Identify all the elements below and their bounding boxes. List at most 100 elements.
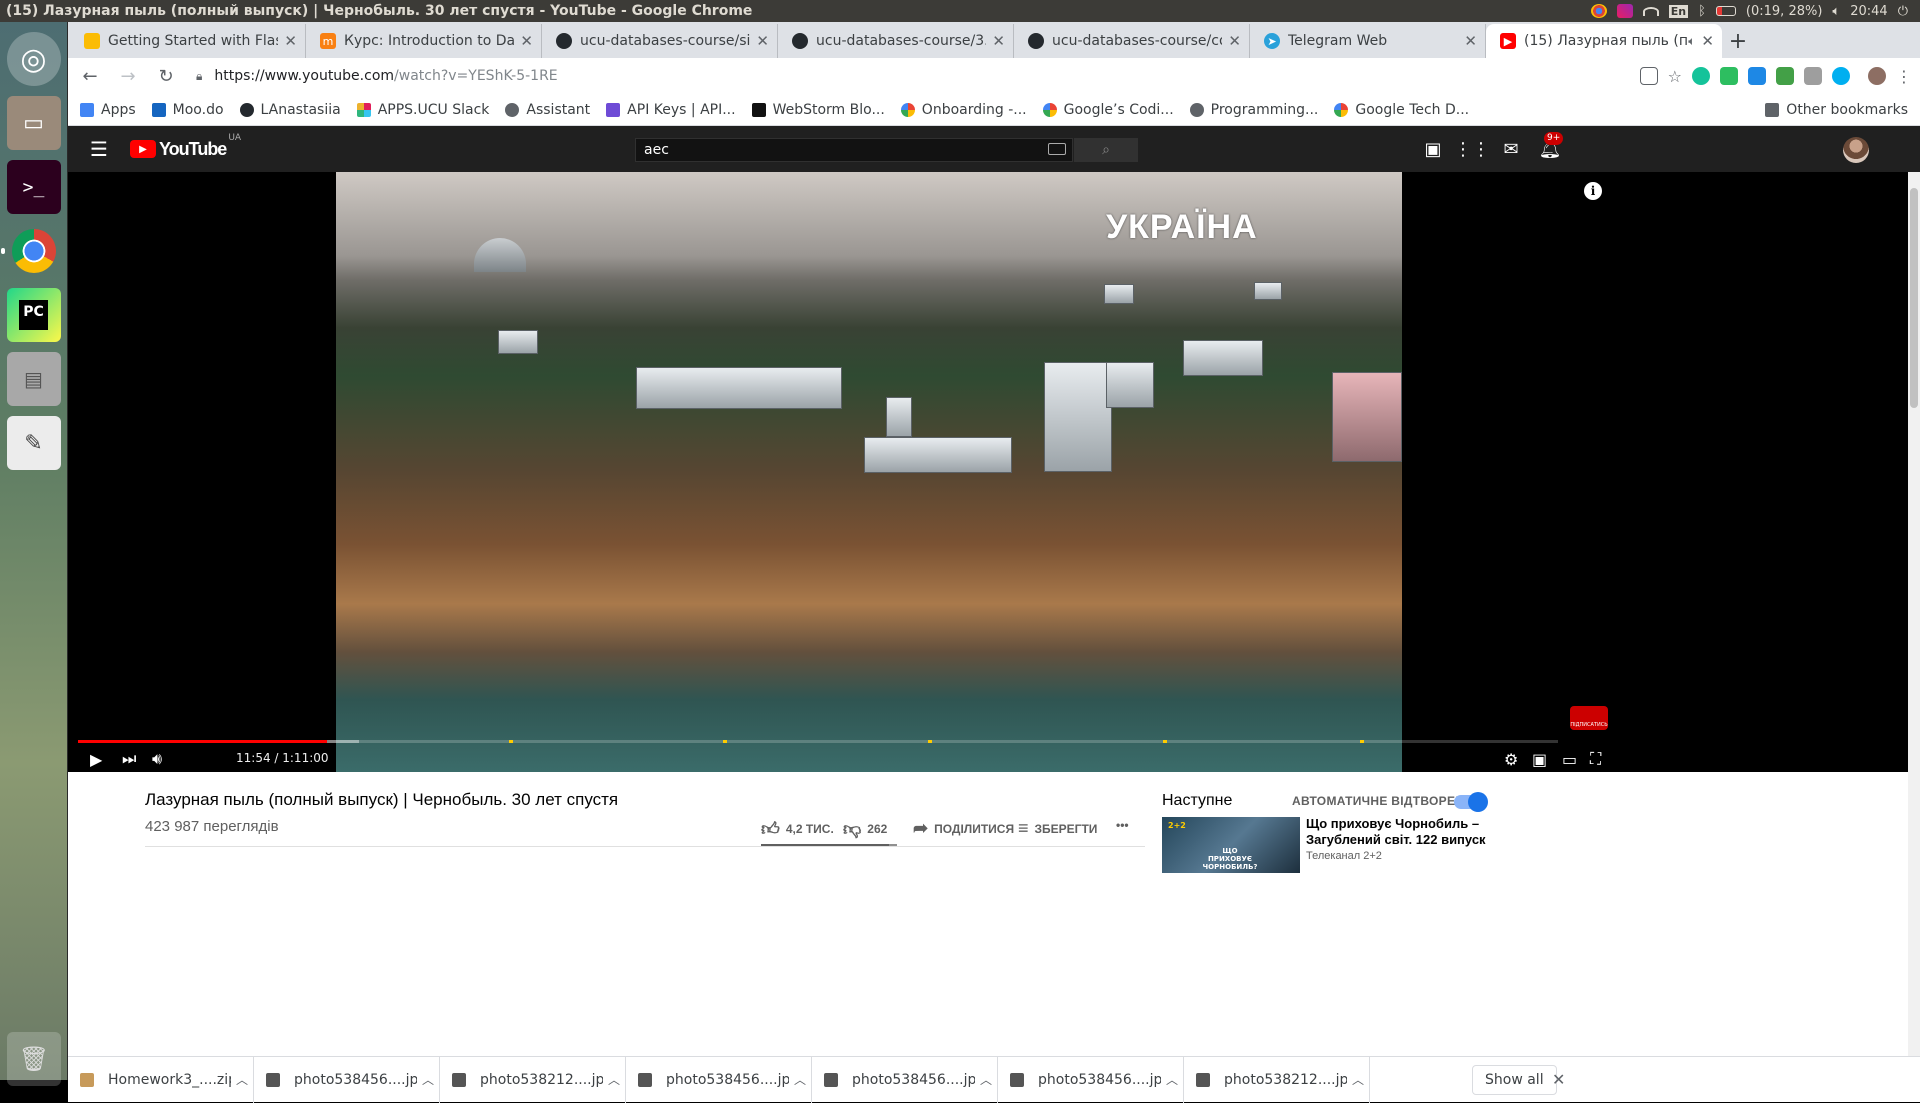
search-button[interactable]: ⌕	[1074, 138, 1138, 162]
new-tab-button[interactable]: +	[1722, 24, 1754, 58]
tab-6-active[interactable]: ▶ (15) Лазурная пыль (п 🔈︎ ✕	[1486, 24, 1722, 58]
files-icon[interactable]: ▭	[6, 96, 61, 150]
messages-icon[interactable]: ✉	[1499, 137, 1523, 161]
progress-bar[interactable]	[78, 740, 1558, 743]
building	[1254, 282, 1282, 300]
miniplayer-button[interactable]: ▣	[1532, 748, 1547, 770]
more-actions-button[interactable]: •••	[1116, 818, 1129, 832]
bookmark-google-tech[interactable]: Google Tech D...	[1334, 102, 1469, 118]
bookmark-star-icon[interactable]: ☆	[1668, 67, 1682, 86]
video-frame[interactable]: УКРАЇНА	[336, 172, 1402, 772]
keyboard-layout-indicator[interactable]: En	[1668, 4, 1689, 18]
bluetooth-icon[interactable]: ᛒ	[1698, 4, 1706, 19]
next-video-button[interactable]: ⏭︎	[122, 748, 136, 770]
translate-icon[interactable]	[1639, 67, 1658, 85]
evernote-icon[interactable]	[1720, 67, 1738, 85]
next-video-title[interactable]: Що приховує Чорнобиль – Загублений світ.…	[1306, 816, 1496, 848]
terminal-icon[interactable]: >_	[6, 160, 61, 214]
autoplay-toggle[interactable]	[1454, 792, 1488, 812]
play-button[interactable]: ▶	[90, 748, 102, 770]
audio-playing-icon[interactable]: 🔈︎	[1688, 34, 1695, 49]
apps-grid-icon[interactable]: ⋮⋮	[1454, 137, 1490, 161]
text-editor-icon[interactable]: ✎	[6, 416, 61, 470]
like-button[interactable]: 👍︎ 4,2 ТИС.	[761, 818, 834, 840]
bookmark-assistant[interactable]: Assistant	[505, 102, 590, 118]
keyboard-icon[interactable]	[1048, 143, 1066, 155]
share-button[interactable]: ➦ ПОДІЛИТИСЯ	[913, 818, 1014, 839]
theater-mode-button[interactable]: ▭	[1562, 748, 1577, 770]
bookmark-google-coding[interactable]: Google’s Codi...	[1042, 102, 1174, 118]
bookmark-slack[interactable]: APPS.UCU Slack	[356, 102, 489, 118]
close-icon[interactable]: ✕	[1464, 32, 1477, 50]
tab-4[interactable]: ucu-databases-course/co ✕	[1014, 24, 1250, 58]
close-icon[interactable]: ✕	[756, 32, 769, 50]
trash-icon[interactable]: 🗑︎	[7, 1032, 61, 1086]
other-bookmarks[interactable]: Other bookmarks	[1765, 102, 1908, 118]
image-extension-icon[interactable]	[1804, 67, 1822, 85]
profile-avatar-icon[interactable]	[1868, 67, 1886, 85]
chrome-icon[interactable]	[0, 224, 61, 278]
address-bar[interactable]: 🔒︎ https://www.youtube.com/watch?v=YEShK…	[190, 62, 1630, 90]
tab-0[interactable]: Getting Started with Flask ✕	[70, 24, 306, 58]
subscribe-watermark[interactable]: ПІДПИСАТИСЬ	[1570, 706, 1608, 730]
dislike-button[interactable]: 👎︎ 262	[843, 818, 887, 840]
power-icon[interactable]: ⏻	[1898, 4, 1908, 19]
save-button[interactable]: ≡ ЗБЕРЕГТИ	[1018, 818, 1097, 839]
next-video-channel[interactable]: Телеканал 2+2	[1306, 850, 1382, 862]
chrome-tray-icon[interactable]	[1590, 4, 1607, 18]
avatar[interactable]	[1843, 137, 1869, 163]
bookmark-programming[interactable]: Programming...	[1189, 102, 1318, 118]
volume-icon[interactable]: 🔈︎	[1832, 4, 1840, 19]
mute-button[interactable]: 🔊︎	[152, 748, 162, 770]
tab-5[interactable]: ➤ Telegram Web ✕	[1250, 24, 1486, 58]
lock-icon[interactable]: 🔒︎	[196, 69, 202, 84]
clock[interactable]: 20:44	[1850, 4, 1887, 19]
create-video-icon[interactable]: ▣	[1421, 137, 1445, 161]
scanner-icon[interactable]: ▤	[6, 352, 61, 406]
reload-button[interactable]: ↻	[152, 62, 180, 90]
battery-icon[interactable]	[1715, 6, 1736, 16]
share-label: ПОДІЛИТИСЯ	[934, 821, 1015, 836]
wifi-icon[interactable]	[1642, 6, 1659, 16]
youtube-logo[interactable]: ▶ YouTube UA	[130, 133, 241, 160]
bookmark-onboarding[interactable]: Onboarding -...	[900, 102, 1027, 118]
tab-3[interactable]: ucu-databases-course/3.r ✕	[778, 24, 1014, 58]
close-icon[interactable]: ✕	[1701, 32, 1714, 50]
next-video-thumbnail[interactable]: 2+2 ЩО ПРИХОВУЄ ЧОРНОБИЛЬ?	[1162, 817, 1300, 873]
fullscreen-button[interactable]: ⛶	[1590, 748, 1601, 770]
feather-extension-icon[interactable]	[1748, 67, 1766, 85]
close-icon[interactable]: ✕	[992, 32, 1005, 50]
video-player[interactable]: УКРАЇНА i ПІДПИСАТИСЬ ▶ ⏭︎ 🔊︎ 11:54 / 1:…	[68, 172, 1920, 772]
pycharm-icon[interactable]: PC	[6, 288, 61, 342]
close-icon[interactable]: ✕	[284, 32, 297, 50]
close-icon[interactable]: ✕	[1228, 32, 1241, 50]
show-all-downloads-button[interactable]: Show all	[1472, 1065, 1557, 1095]
hamburger-menu-icon[interactable]: ☰	[90, 137, 110, 161]
battery-status[interactable]: (0:19, 28%)	[1746, 4, 1823, 19]
tab-1[interactable]: m Курс: Introduction to Data ✕	[306, 24, 542, 58]
info-icon[interactable]: i	[1584, 182, 1602, 200]
menu-dots-icon[interactable]: ⋮	[1896, 67, 1912, 86]
scrollbar-thumb[interactable]	[1910, 188, 1918, 408]
forward-button[interactable]: →	[114, 62, 142, 90]
settings-gear-icon[interactable]: ⚙	[1504, 748, 1518, 770]
bookmark-api-keys[interactable]: API Keys | API...	[606, 102, 736, 118]
page-scrollbar[interactable]	[1908, 172, 1920, 1056]
bookmark-apps[interactable]: Apps	[80, 102, 136, 118]
google-icon	[1042, 102, 1057, 117]
checkmark-extension-icon[interactable]	[1776, 67, 1794, 85]
grammarly-icon[interactable]	[1692, 67, 1710, 85]
skype-extension-icon[interactable]	[1832, 67, 1850, 85]
bookmark-moodo[interactable]: Moo.do	[151, 102, 224, 118]
search-input[interactable]: аес	[635, 138, 1073, 162]
youtube-icon: ▶	[1500, 33, 1516, 49]
app-tray-icon[interactable]	[1616, 4, 1633, 18]
back-button[interactable]: ←	[76, 62, 104, 90]
bookmark-lanastasiia[interactable]: LAnastasiia	[239, 102, 341, 118]
thumbnail-channel-logo: 2+2	[1168, 821, 1186, 830]
ubuntu-dash-icon[interactable]: ◎	[6, 32, 61, 86]
bookmark-webstorm[interactable]: WebStorm Blo...	[751, 102, 885, 118]
more-dots-icon: •••	[1116, 818, 1129, 832]
close-icon[interactable]: ✕	[520, 32, 533, 50]
tab-2[interactable]: ucu-databases-course/sim ✕	[542, 24, 778, 58]
